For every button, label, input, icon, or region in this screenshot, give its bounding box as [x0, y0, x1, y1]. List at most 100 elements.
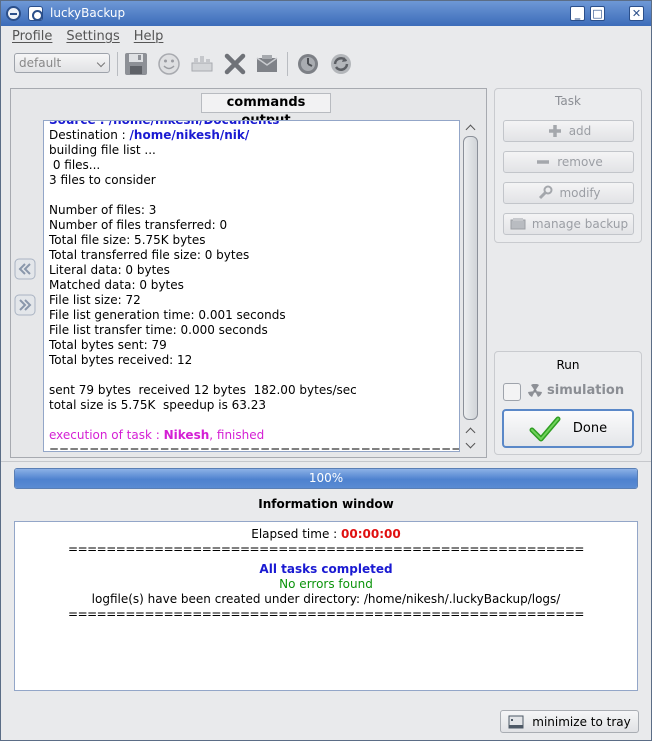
run-group-title: Run: [556, 358, 580, 372]
output-line: total size is 5.75K speedup is 63.23: [49, 398, 459, 413]
information-window-title: Information window: [258, 497, 394, 511]
output-text: Total bytes sent: 79: [49, 338, 167, 352]
menu-settings[interactable]: Settings: [66, 29, 119, 44]
modify-task-label: modify: [559, 186, 601, 200]
minimize-to-tray-button[interactable]: minimize to tray: [500, 710, 639, 733]
output-text: 0 files...: [49, 158, 101, 172]
minimize-button[interactable]: _: [570, 6, 585, 21]
minus-icon: [537, 160, 550, 164]
timer-icon[interactable]: [295, 51, 321, 77]
output-text: total size is 5.75K speedup is 63.23: [49, 398, 266, 412]
email-icon[interactable]: [254, 51, 280, 77]
menu-bar: Profile Settings Help: [1, 26, 651, 46]
scrollbar-thumb[interactable]: [463, 136, 478, 420]
menu-profile[interactable]: Profile: [12, 29, 52, 44]
previous-button[interactable]: [14, 258, 36, 280]
output-text: Literal data: 0 bytes: [49, 263, 170, 277]
output-line: Literal data: 0 bytes: [49, 263, 459, 278]
scroll-up-button[interactable]: [462, 120, 479, 134]
minimize-to-tray-label: minimize to tray: [532, 714, 631, 729]
commands-output-text: Source : /home/nikesh/Documents Destinati…: [49, 120, 459, 451]
simulation-label: simulation: [547, 383, 625, 398]
refresh-icon[interactable]: [328, 51, 354, 77]
commands-output-title: commands output: [201, 93, 331, 128]
information-window[interactable]: Elapsed time : 00:00:00 ================…: [14, 521, 638, 691]
output-text: sent 79 bytes received 12 bytes 182.00 b…: [49, 383, 357, 397]
output-line: Number of files transferred: 0: [49, 218, 459, 233]
output-text: , finished: [209, 428, 265, 442]
output-line: 0 files...: [49, 158, 459, 173]
output-line: Total file size: 5.75K bytes: [49, 233, 459, 248]
output-line: Total bytes received: 12: [49, 353, 459, 368]
toolbar: default: [1, 47, 651, 81]
remove-task-button[interactable]: remove: [503, 151, 634, 173]
main-window: luckyBackup _ □ ✕ Profile Settings Help …: [0, 0, 652, 741]
chevron-down-icon: [465, 438, 476, 448]
manage-backup-icon: [510, 218, 526, 230]
progress-bar: 100%: [14, 468, 638, 489]
delete-icon[interactable]: [222, 51, 248, 77]
modify-task-button[interactable]: modify: [503, 182, 634, 204]
output-text: Source : /home/nikesh/Documents: [49, 120, 280, 127]
output-text: File list size: 72: [49, 293, 141, 307]
maximize-button[interactable]: □: [590, 6, 605, 21]
manage-backup-label: manage backup: [531, 217, 629, 231]
output-text: Total bytes received: 12: [49, 353, 193, 367]
window-title: luckyBackup: [50, 6, 126, 20]
output-line: File list transfer time: 0.000 seconds: [49, 323, 459, 338]
scroll-down-button[interactable]: [462, 438, 479, 452]
logfile-text: logfile(s) have been created under direc…: [91, 592, 561, 606]
tray-icon: [508, 715, 524, 728]
output-text: File list generation time: 0.001 seconds: [49, 308, 286, 322]
output-text: Matched data: 0 bytes: [49, 278, 184, 292]
simulation-label-group[interactable]: simulation: [528, 383, 624, 398]
task-group-title: Task: [555, 94, 581, 108]
profile-combo[interactable]: default: [14, 53, 110, 73]
output-text: Number of files transferred: 0: [49, 218, 228, 232]
menu-help[interactable]: Help: [134, 29, 164, 44]
done-button[interactable]: Done: [502, 409, 634, 448]
smiley-icon[interactable]: [156, 51, 182, 77]
chevron-down-icon: [96, 58, 106, 68]
output-line: File list generation time: 0.001 seconds: [49, 308, 459, 323]
schedule-icon[interactable]: [189, 51, 215, 77]
no-errors-text: No errors found: [279, 577, 373, 591]
pin-icon[interactable]: [28, 6, 43, 21]
separator-line: ========================================…: [68, 607, 584, 621]
manage-backup-button[interactable]: manage backup: [503, 213, 634, 235]
chevron-up-icon: [465, 124, 476, 134]
add-task-button[interactable]: add: [503, 120, 634, 142]
scroll-up-button[interactable]: [462, 423, 479, 437]
output-scrollbar[interactable]: [462, 120, 479, 452]
next-button[interactable]: [14, 294, 36, 316]
output-text: Total transferred file size: 0 bytes: [49, 248, 250, 262]
toolbar-separator: [287, 52, 288, 76]
save-icon[interactable]: [123, 51, 149, 77]
simulation-checkbox[interactable]: [503, 383, 521, 401]
output-line: Total transferred file size: 0 bytes: [49, 248, 459, 263]
output-line: Source : /home/nikesh/Documents: [49, 120, 459, 128]
splitter[interactable]: [1, 461, 651, 462]
output-line: Number of files: 3: [49, 203, 459, 218]
commands-output-area[interactable]: Source : /home/nikesh/Documents Destinati…: [43, 120, 460, 452]
output-text: building file list ...: [49, 143, 156, 157]
output-line: Matched data: 0 bytes: [49, 278, 459, 293]
window-menu-icon[interactable]: [6, 6, 21, 21]
progress-label: 100%: [308, 471, 344, 485]
elapsed-time-label: Elapsed time :: [251, 527, 342, 541]
output-text: Destination :: [49, 128, 130, 142]
close-button[interactable]: ✕: [629, 6, 644, 21]
output-line: Total bytes sent: 79: [49, 338, 459, 353]
output-text: Number of files: 3: [49, 203, 157, 217]
elapsed-time-line: Elapsed time : 00:00:00: [15, 527, 637, 542]
output-line: Destination : /home/nikesh/nik/: [49, 128, 459, 143]
radiation-icon: [528, 383, 542, 397]
checkmark-icon: [529, 416, 561, 441]
tasks-completed-text: All tasks completed: [259, 562, 393, 576]
title-bar[interactable]: luckyBackup _ □ ✕: [1, 1, 651, 26]
plus-icon: [548, 125, 561, 137]
output-text: Nikesh: [163, 428, 210, 442]
